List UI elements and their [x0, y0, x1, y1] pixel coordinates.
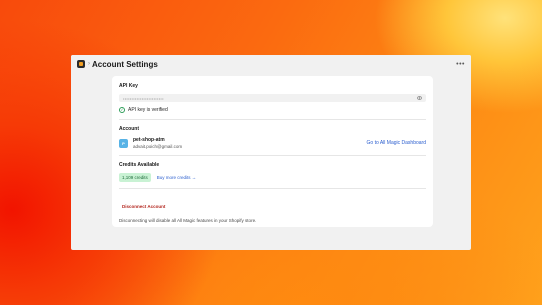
page-title: Account Settings — [92, 59, 158, 69]
shop-name: pet-shop-atm — [133, 137, 165, 143]
api-key-status-text: API key is verified — [128, 107, 168, 113]
account-row: P pet-shop-atm advait.poich@gmail.com Go… — [119, 137, 426, 149]
breadcrumb-separator: › — [88, 61, 90, 67]
buy-credits-link[interactable]: Buy more credits → — [157, 175, 197, 180]
credits-row: 1,109 credits Buy more credits → — [119, 173, 426, 182]
account-email: advait.poich@gmail.com — [133, 144, 183, 149]
api-key-masked-value: •••••••••••••••••••••••• — [123, 95, 164, 101]
account-heading: Account — [119, 126, 139, 132]
settings-card: API Key •••••••••••••••••••••••• ✓ API k… — [112, 76, 433, 227]
credits-heading: Credits Available — [119, 162, 160, 168]
divider — [119, 188, 426, 189]
credits-badge: 1,109 credits — [119, 173, 151, 182]
divider — [119, 119, 426, 120]
account-details: pet-shop-atm advait.poich@gmail.com — [133, 137, 182, 149]
app-logo-icon — [77, 60, 85, 68]
divider — [119, 155, 426, 156]
api-key-input[interactable]: •••••••••••••••••••••••• — [119, 94, 426, 102]
api-key-status: ✓ API key is verified — [119, 107, 426, 113]
more-options-icon[interactable]: ••• — [456, 61, 465, 68]
disconnect-account-button[interactable]: Disconnect Account — [119, 203, 168, 210]
shop-avatar: P — [119, 138, 128, 148]
window-titlebar: › Account Settings ••• — [71, 55, 471, 73]
show-key-icon[interactable] — [417, 96, 422, 100]
check-circle-icon: ✓ — [119, 107, 125, 113]
settings-window: › Account Settings ••• API Key •••••••••… — [71, 55, 471, 250]
dashboard-link[interactable]: Go to All Magic Dashboard — [367, 140, 426, 146]
api-key-heading: API Key — [119, 83, 138, 89]
disconnect-note: Disconnecting will disable all All Magic… — [119, 218, 257, 223]
